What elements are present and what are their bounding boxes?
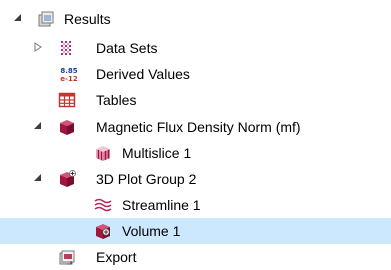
- tree-node-label: Derived Values: [96, 66, 190, 82]
- multislice-icon: [94, 144, 112, 162]
- tree-node-volume-1[interactable]: Volume 1: [0, 218, 391, 244]
- derived-values-icon: 8.85 e-12: [58, 65, 80, 83]
- volume-icon: [94, 222, 112, 240]
- plot-group-3d-icon: [58, 170, 76, 188]
- tree-node-export[interactable]: Export: [0, 244, 391, 270]
- tree-node-3d-plot-group-2[interactable]: 3D Plot Group 2: [0, 166, 391, 192]
- tables-icon: [58, 91, 76, 109]
- tree-node-derived-values[interactable]: 8.85 e-12 Derived Values: [0, 61, 391, 87]
- tree-node-label: 3D Plot Group 2: [96, 171, 197, 187]
- tree-node-label: Magnetic Flux Density Norm (mf): [96, 119, 301, 135]
- collapsed-arrow-icon[interactable]: [32, 41, 44, 53]
- tree-node-tables[interactable]: Tables: [0, 87, 391, 113]
- tree-node-label: Results: [64, 11, 111, 27]
- tree-node-label: Data Sets: [96, 40, 158, 56]
- tree-node-streamline-1[interactable]: Streamline 1: [0, 192, 391, 218]
- svg-text:8.85: 8.85: [60, 67, 77, 75]
- tree-node-label: Streamline 1: [122, 197, 201, 213]
- streamline-icon: [94, 196, 112, 214]
- tree-node-label: Export: [96, 249, 137, 265]
- plot-group-3d-icon: [58, 118, 76, 136]
- tree-node-multislice-1[interactable]: Multislice 1: [0, 140, 391, 166]
- data-sets-icon: [58, 39, 76, 57]
- tree-node-data-sets[interactable]: Data Sets: [0, 35, 391, 61]
- tree-node-magnetic-flux-plot-group[interactable]: Magnetic Flux Density Norm (mf): [0, 114, 391, 140]
- results-tree: Results Data Sets 8.85 e-12 Derived Valu…: [0, 0, 391, 268]
- tree-node-results[interactable]: Results: [0, 6, 391, 32]
- svg-text:e-12: e-12: [60, 75, 78, 83]
- expanded-arrow-icon[interactable]: [32, 120, 44, 132]
- tree-node-label: Tables: [96, 92, 137, 108]
- tree-node-label: Multislice 1: [122, 145, 192, 161]
- results-folder-icon: [38, 10, 56, 28]
- expanded-arrow-icon[interactable]: [12, 12, 24, 24]
- expanded-arrow-icon[interactable]: [32, 172, 44, 184]
- tree-node-label: Volume 1: [122, 223, 181, 239]
- export-icon: [58, 248, 76, 266]
